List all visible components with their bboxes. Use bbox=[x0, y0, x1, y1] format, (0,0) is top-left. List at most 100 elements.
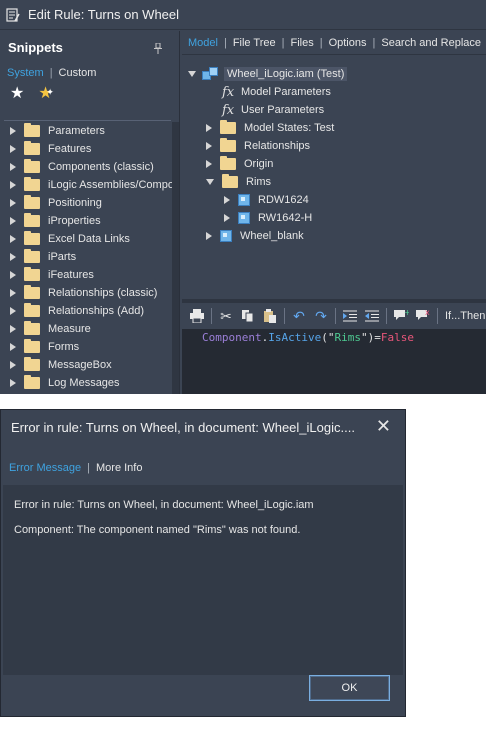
snippet-item-components-classic[interactable]: Components (classic) bbox=[0, 158, 178, 176]
expand-arrow-icon[interactable] bbox=[10, 199, 16, 207]
expand-arrow-icon[interactable] bbox=[206, 232, 212, 240]
snippet-item-parameters[interactable]: Parameters bbox=[0, 122, 178, 140]
expand-arrow-icon[interactable] bbox=[10, 271, 16, 279]
snippet-item-excel-data-links[interactable]: Excel Data Links bbox=[0, 230, 178, 248]
folder-icon bbox=[24, 249, 40, 263]
expand-arrow-icon[interactable] bbox=[206, 142, 212, 150]
cut-icon[interactable]: ✂ bbox=[215, 305, 237, 327]
expand-arrow-icon[interactable] bbox=[10, 343, 16, 351]
expand-arrow-icon[interactable] bbox=[10, 289, 16, 297]
outdent-icon[interactable] bbox=[361, 305, 383, 327]
folder-icon bbox=[24, 267, 40, 281]
expand-arrow-icon[interactable] bbox=[10, 235, 16, 243]
toolbar-separator bbox=[386, 308, 387, 324]
svg-text:x: x bbox=[425, 309, 430, 317]
tab-system[interactable]: System bbox=[7, 67, 50, 79]
snippet-item-features[interactable]: Features bbox=[0, 140, 178, 158]
snippet-item-relationships-classic[interactable]: Relationships (classic) bbox=[0, 284, 178, 302]
tab-separator: | bbox=[87, 462, 90, 474]
snippets-scrollbar[interactable] bbox=[172, 122, 179, 394]
tab-model[interactable]: Model bbox=[188, 37, 224, 49]
snippet-item-ilogic-assemblies[interactable]: iLogic Assemblies/Components bbox=[0, 176, 178, 194]
tree-node-root[interactable]: Wheel_iLogic.iam (Test) bbox=[188, 65, 348, 83]
snippet-item-label: Log Messages bbox=[48, 377, 120, 389]
expand-arrow-icon[interactable] bbox=[10, 325, 16, 333]
folder-icon bbox=[24, 321, 40, 335]
if-then-button[interactable]: If...Then bbox=[445, 310, 485, 322]
expand-arrow-icon[interactable] bbox=[224, 196, 230, 204]
snippet-item-forms[interactable]: Forms bbox=[0, 338, 178, 356]
tree-node-user-parameters[interactable]: fx User Parameters bbox=[222, 101, 324, 119]
folder-icon bbox=[24, 213, 40, 227]
expand-arrow-icon[interactable] bbox=[10, 127, 16, 135]
print-icon[interactable] bbox=[186, 305, 208, 327]
snippet-item-iproperties[interactable]: iProperties bbox=[0, 212, 178, 230]
close-icon[interactable]: ✕ bbox=[376, 416, 391, 437]
expand-arrow-icon[interactable] bbox=[224, 214, 230, 222]
snippet-item-label: MessageBox bbox=[48, 359, 112, 371]
star-icon[interactable]: ★ bbox=[10, 86, 24, 102]
assembly-icon bbox=[202, 67, 218, 81]
expand-arrow-icon[interactable] bbox=[10, 307, 16, 315]
tree-node-model-parameters[interactable]: fx Model Parameters bbox=[222, 83, 331, 101]
tree-node-model-states[interactable]: Model States: Test bbox=[196, 119, 334, 137]
expand-arrow-icon[interactable] bbox=[206, 124, 212, 132]
expand-arrow-icon[interactable] bbox=[10, 361, 16, 369]
dialog-title: Error in rule: Turns on Wheel, in docume… bbox=[11, 419, 355, 435]
snippet-item-messagebox[interactable]: MessageBox bbox=[0, 356, 178, 374]
tree-node-origin[interactable]: Origin bbox=[196, 155, 273, 173]
expand-arrow-icon[interactable] bbox=[10, 181, 16, 189]
tree-node-label: Model Parameters bbox=[241, 86, 331, 98]
snippet-item-ifeatures[interactable]: iFeatures bbox=[0, 266, 178, 284]
add-favorite-star-icon[interactable]: ★ ✦ bbox=[38, 86, 54, 102]
tab-file-tree[interactable]: File Tree bbox=[233, 37, 282, 49]
model-tree-panel: Model | File Tree | Files | Options | Se… bbox=[182, 31, 486, 299]
tab-separator: | bbox=[223, 36, 227, 49]
paste-icon[interactable] bbox=[259, 305, 281, 327]
svg-text:+: + bbox=[404, 309, 409, 317]
snippet-item-measure[interactable]: Measure bbox=[0, 320, 178, 338]
snippet-item-positioning[interactable]: Positioning bbox=[0, 194, 178, 212]
tab-more-info[interactable]: More Info bbox=[96, 462, 142, 474]
collapse-arrow-icon[interactable] bbox=[188, 71, 196, 77]
tree-node-label: Wheel_blank bbox=[240, 230, 304, 242]
indent-icon[interactable] bbox=[339, 305, 361, 327]
remove-comment-icon[interactable]: x bbox=[412, 305, 434, 327]
code-editor[interactable]: Component.IsActive("Rims")=False bbox=[182, 329, 486, 394]
tab-custom[interactable]: Custom bbox=[59, 67, 103, 79]
tree-node-rw1642-h[interactable]: RW1642-H bbox=[214, 209, 312, 227]
tree-node-wheel-blank[interactable]: Wheel_blank bbox=[196, 227, 304, 245]
expand-arrow-icon[interactable] bbox=[206, 160, 212, 168]
folder-icon bbox=[24, 285, 40, 299]
redo-icon[interactable]: ↷ bbox=[310, 305, 332, 327]
edit-rule-window: Edit Rule: Turns on Wheel Snippets Syste… bbox=[0, 0, 486, 394]
pin-icon[interactable] bbox=[153, 42, 163, 57]
tab-error-message[interactable]: Error Message bbox=[9, 462, 81, 474]
snippet-item-relationships-add[interactable]: Relationships (Add) bbox=[0, 302, 178, 320]
tab-options[interactable]: Options bbox=[329, 37, 373, 49]
snippet-item-log-messages[interactable]: Log Messages bbox=[0, 374, 178, 392]
folder-icon bbox=[24, 357, 40, 371]
expand-arrow-icon[interactable] bbox=[10, 163, 16, 171]
expand-arrow-icon[interactable] bbox=[10, 145, 16, 153]
ok-button[interactable]: OK bbox=[309, 675, 390, 701]
toolbar-separator bbox=[211, 308, 212, 324]
tree-node-relationships[interactable]: Relationships bbox=[196, 137, 310, 155]
expand-arrow-icon[interactable] bbox=[10, 379, 16, 387]
copy-icon[interactable] bbox=[237, 305, 259, 327]
code-object: Component bbox=[202, 331, 262, 344]
expand-arrow-icon[interactable] bbox=[10, 253, 16, 261]
snippet-item-label: Parameters bbox=[48, 125, 105, 137]
error-tabs: Error Message | More Info bbox=[9, 462, 142, 474]
add-comment-icon[interactable]: + bbox=[390, 305, 412, 327]
function-icon: fx bbox=[222, 84, 235, 100]
undo-icon[interactable]: ↶ bbox=[288, 305, 310, 327]
folder-icon bbox=[24, 231, 40, 245]
tree-node-rdw1624[interactable]: RDW1624 bbox=[214, 191, 309, 209]
tab-search-and-replace[interactable]: Search and Replace bbox=[381, 37, 486, 49]
collapse-arrow-icon[interactable] bbox=[206, 179, 214, 185]
expand-arrow-icon[interactable] bbox=[10, 217, 16, 225]
snippet-item-iparts[interactable]: iParts bbox=[0, 248, 178, 266]
tree-node-rims[interactable]: Rims bbox=[206, 173, 271, 191]
tab-files[interactable]: Files bbox=[290, 37, 319, 49]
